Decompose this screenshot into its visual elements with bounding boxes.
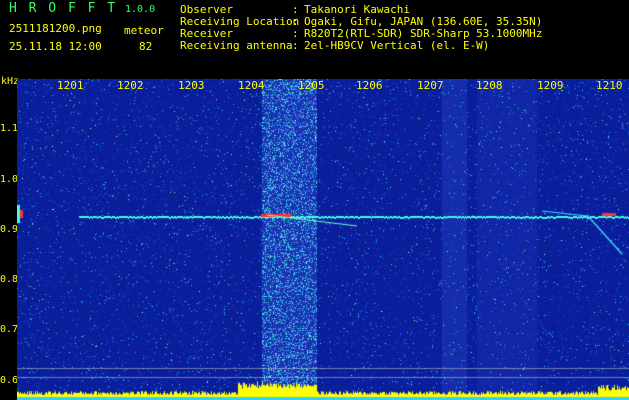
app-version: 1.0.0 <box>125 4 156 15</box>
y-tick-label: 0.7 <box>0 324 19 335</box>
x-tick-label: 1210 <box>596 79 623 92</box>
info-key: Receiving antenna <box>180 39 293 52</box>
x-tick-label: 1209 <box>537 79 564 92</box>
app-title: H R O F F T <box>9 1 118 16</box>
spectrogram <box>17 79 629 400</box>
y-tick-label: 0.9 <box>0 224 19 235</box>
category-label: meteor <box>124 24 164 37</box>
x-tick-label: 1208 <box>476 79 503 92</box>
y-tick-label: 1.1 <box>0 123 19 134</box>
y-tick-label: 1.0 <box>0 174 19 185</box>
x-tick-label: 1203 <box>178 79 205 92</box>
x-tick-label: 1204 <box>238 79 265 92</box>
y-axis: kHz 1.1 1.0 0.9 0.8 0.7 0.6 <box>0 76 19 400</box>
info-row-antenna: Receiving antenna : 2el-HB9CV Vertical (… <box>180 40 620 53</box>
info-value: 2el-HB9CV Vertical (el. E-W) <box>304 39 490 52</box>
image-filename: 2511181200.png <box>9 22 102 35</box>
header-panel: H R O F F T 1.0.0 2511181200.png 25.11.1… <box>0 0 629 78</box>
x-tick-label: 1207 <box>417 79 444 92</box>
meteor-count: 82 <box>139 40 153 53</box>
y-tick-label: 0.6 <box>0 375 19 386</box>
x-tick-label: 1205 <box>298 79 325 92</box>
x-tick-label: 1201 <box>57 79 84 92</box>
observation-datetime: 25.11.18 12:00 <box>9 40 102 53</box>
x-tick-label: 1202 <box>117 79 144 92</box>
info-colon: : <box>292 39 299 52</box>
y-tick-label: 0.8 <box>0 274 19 285</box>
x-tick-label: 1206 <box>356 79 383 92</box>
